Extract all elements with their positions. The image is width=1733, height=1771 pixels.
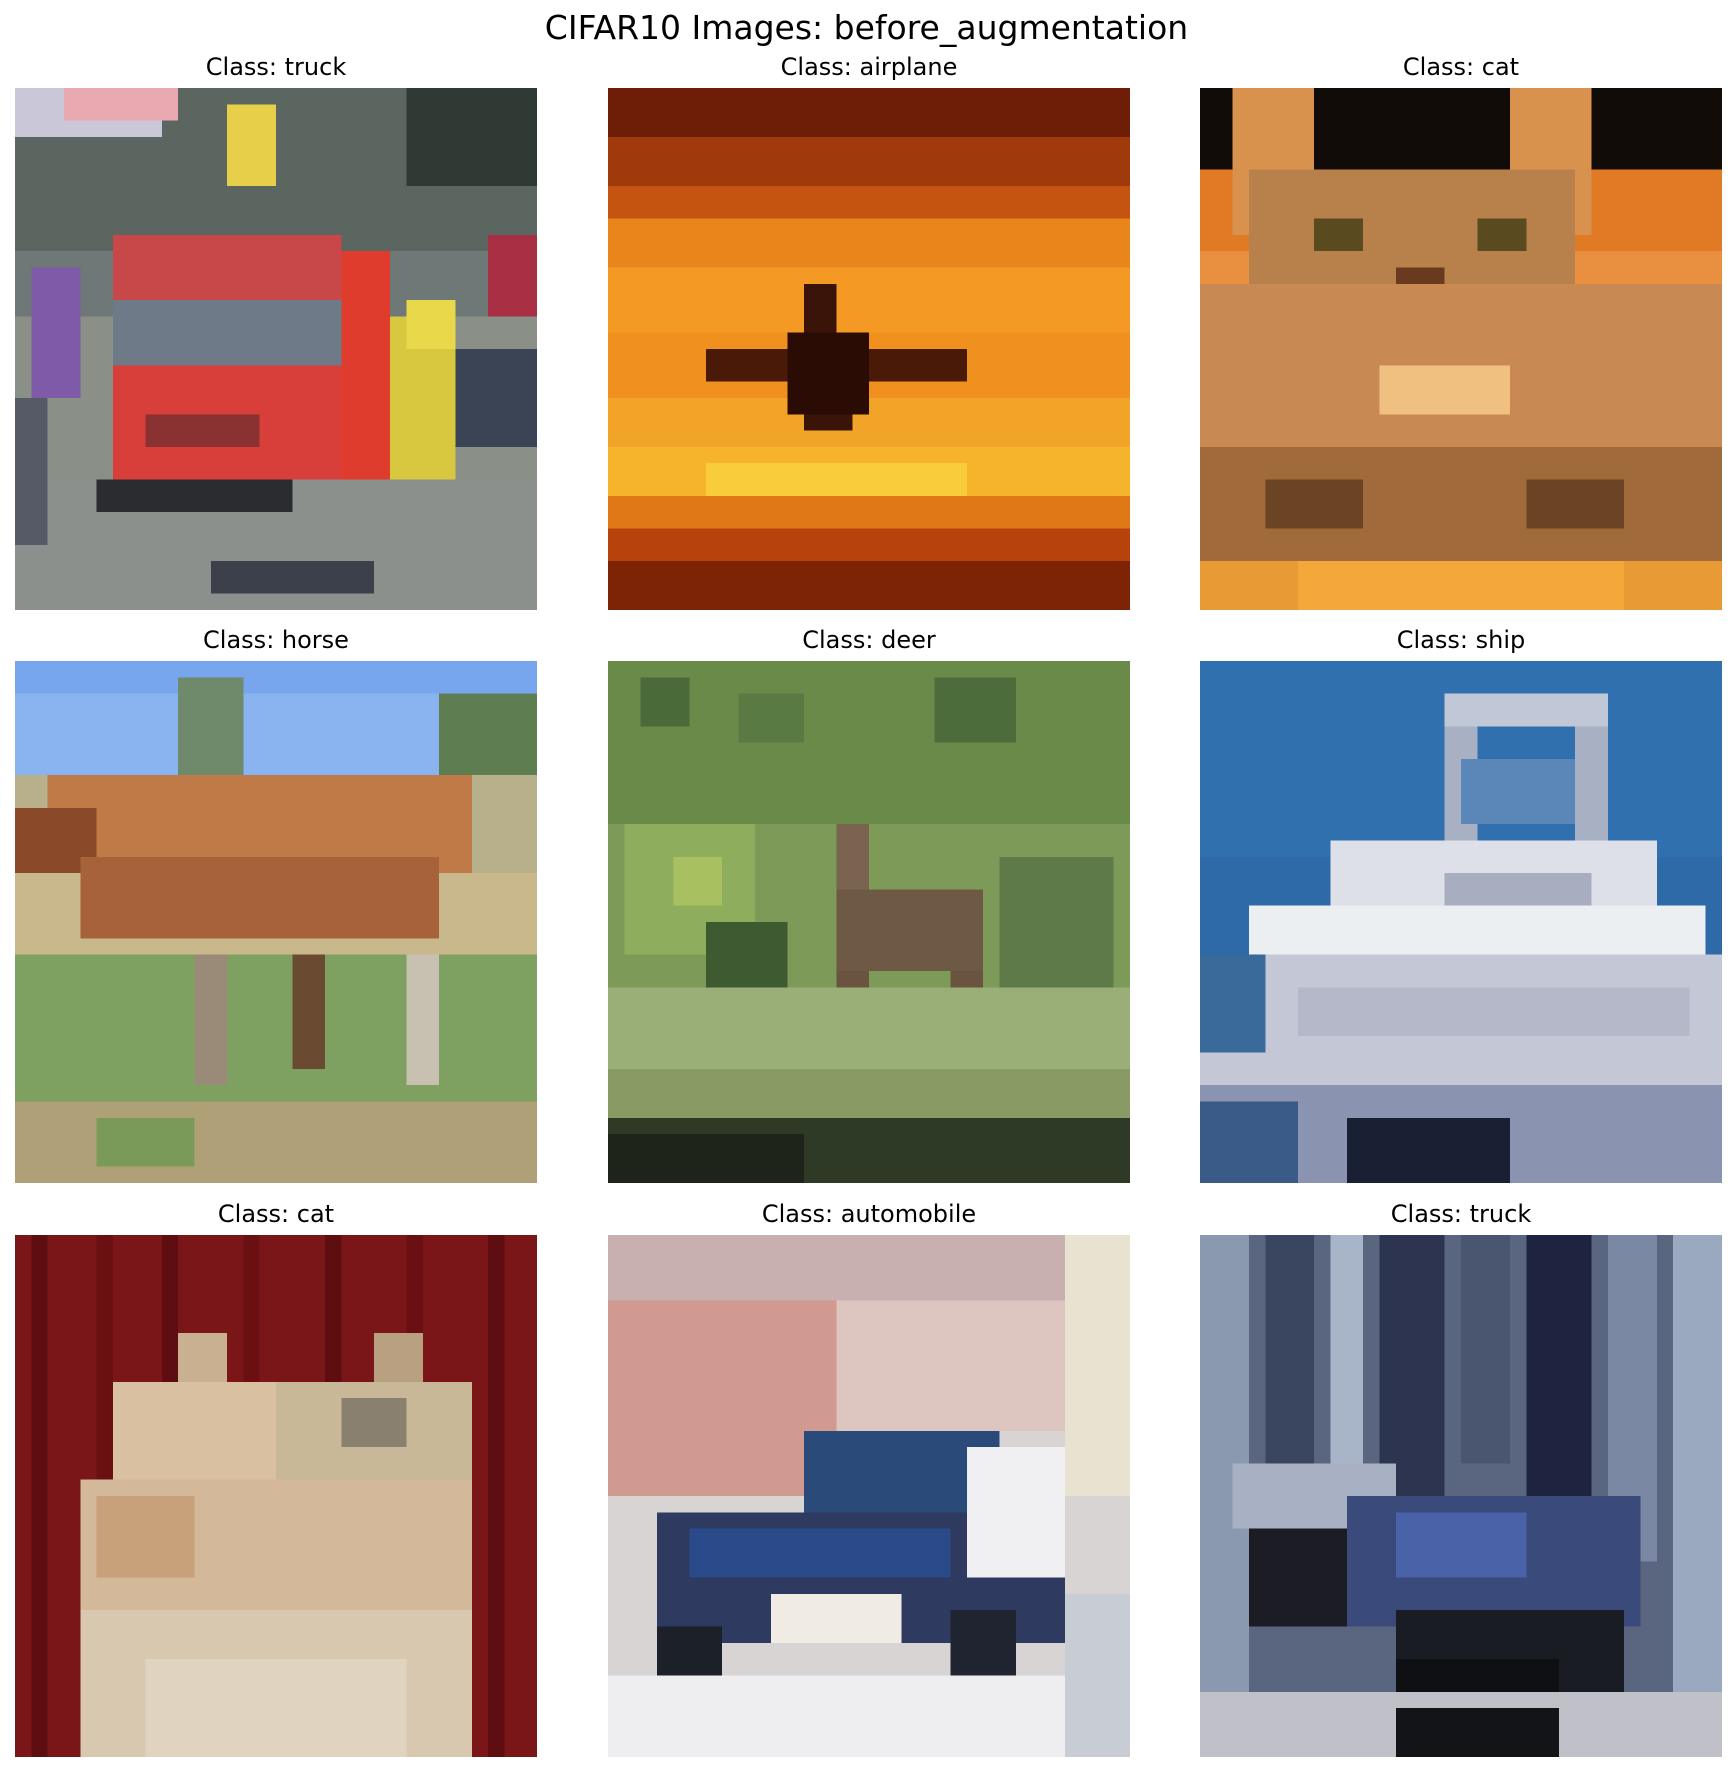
panel-title: Class: horse — [203, 626, 349, 654]
panel-title: Class: truck — [205, 53, 347, 81]
panel-title: Class: ship — [1396, 626, 1526, 654]
cat-image — [1200, 88, 1722, 610]
panel-title: Class: deer — [802, 626, 936, 654]
panel-title: Class: cat — [217, 1200, 335, 1228]
panel-title: Class: airplane — [780, 53, 958, 81]
automobile-image — [608, 1235, 1130, 1757]
cat-image — [15, 1235, 537, 1757]
truck-image — [15, 88, 537, 610]
figure-title: CIFAR10 Images: before_augmentation — [544, 8, 1189, 47]
horse-image — [15, 661, 537, 1183]
panel-title: Class: cat — [1402, 53, 1520, 81]
deer-image — [608, 661, 1130, 1183]
panel-title: Class: truck — [1390, 1200, 1532, 1228]
ship-image — [1200, 661, 1722, 1183]
airplane-image — [608, 88, 1130, 610]
panel-title: Class: automobile — [761, 1200, 977, 1228]
truck-image — [1200, 1235, 1722, 1757]
